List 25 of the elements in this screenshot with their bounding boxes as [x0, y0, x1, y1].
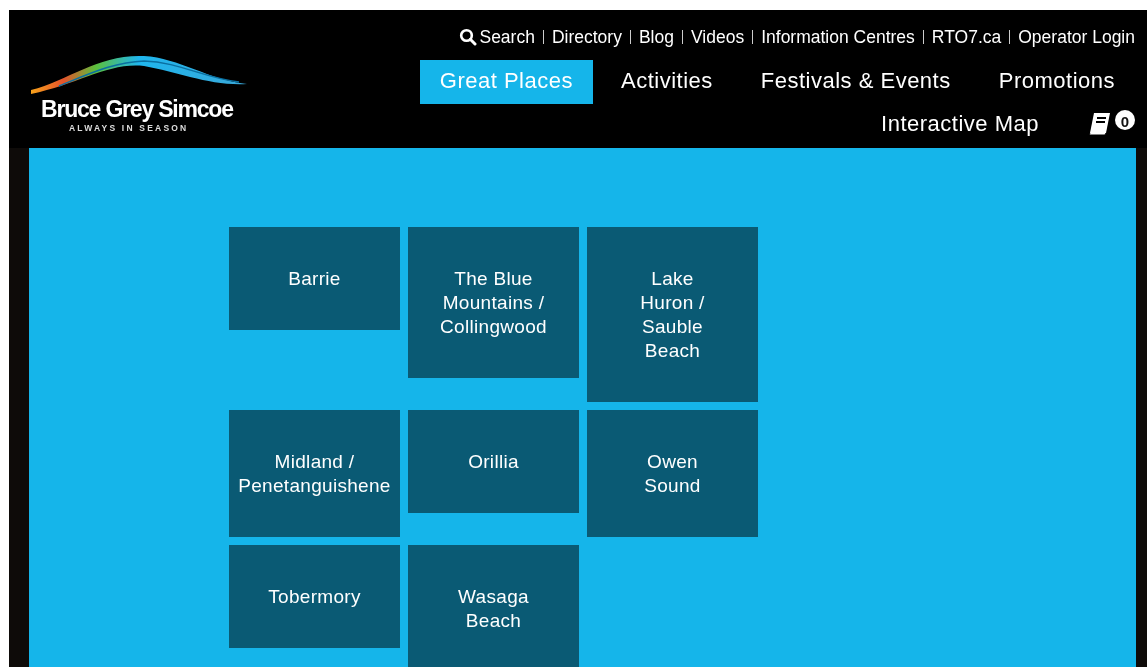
place-tile[interactable]: Tobermory — [229, 545, 400, 648]
logo-tagline: ALWAYS IN SEASON — [69, 122, 189, 134]
logo-wordmark: Bruce Grey Simcoe — [41, 96, 233, 122]
utility-link[interactable]: RTO7.ca — [931, 26, 1002, 48]
utility-link[interactable]: Directory — [551, 26, 622, 48]
place-tile[interactable]: The Blue Mountains / Collingwood — [408, 227, 579, 378]
place-tile[interactable]: Orillia — [408, 410, 579, 513]
place-tile[interactable]: Barrie — [229, 227, 400, 330]
nav-tab[interactable]: Interactive Map — [861, 104, 1059, 144]
search-label: Search — [479, 26, 535, 48]
utility-link[interactable]: Blog — [638, 26, 674, 48]
utility-link[interactable]: Operator Login — [1018, 26, 1135, 48]
nav-tab[interactable]: Festivals & Events — [740, 60, 971, 104]
place-tile[interactable]: Lake Huron / Sauble Beach — [587, 227, 758, 402]
nav-tab[interactable]: Activities — [600, 60, 733, 104]
nav-tab[interactable]: Promotions — [978, 60, 1135, 104]
place-tile[interactable]: Midland / Penetanguishene — [229, 410, 400, 537]
search-icon — [459, 28, 478, 46]
place-tile[interactable]: Wasaga Beach — [408, 545, 579, 667]
search-link[interactable]: Search — [459, 26, 535, 48]
utility-link[interactable]: Information Centres — [761, 26, 915, 48]
place-tile[interactable]: Owen Sound — [587, 410, 758, 537]
trip-count-badge: 0 — [1115, 110, 1135, 130]
book-icon[interactable] — [1087, 111, 1113, 137]
utility-link[interactable]: Videos — [690, 26, 745, 48]
